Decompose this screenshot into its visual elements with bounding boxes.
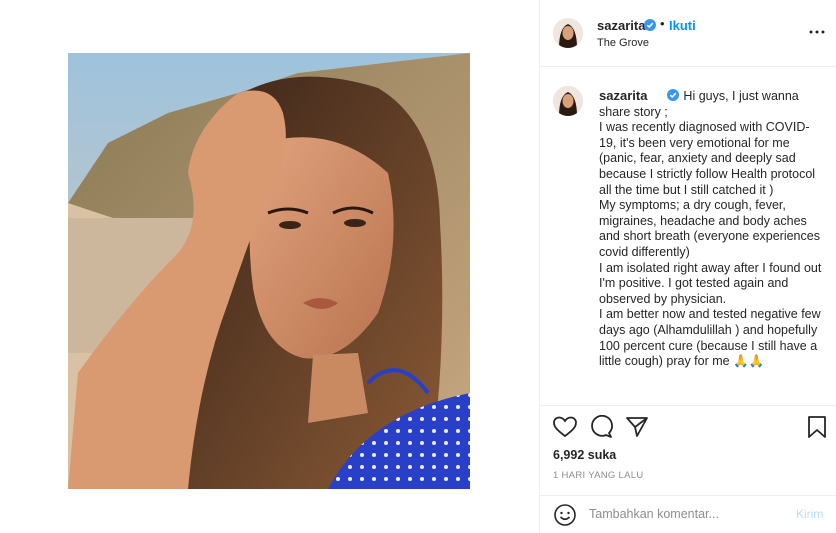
heart-icon[interactable] (552, 415, 578, 439)
post-details-pane: sazarita • Ikuti The Grove sazarita Hi gu… (539, 0, 836, 533)
likes-count[interactable]: 6,992 suka (553, 448, 616, 462)
follow-button[interactable]: Ikuti (669, 18, 696, 33)
caption-area: sazarita Hi guys, I just wanna share stor… (540, 68, 836, 405)
verified-badge-icon (667, 89, 680, 101)
post-location[interactable]: The Grove (597, 37, 649, 49)
post-photo[interactable] (68, 53, 470, 489)
emoji-icon[interactable] (553, 503, 577, 527)
post-caption: sazarita Hi guys, I just wanna share stor… (599, 88, 824, 370)
header-separator-dot: • (660, 16, 665, 31)
profile-avatar[interactable] (553, 18, 583, 48)
more-options-icon[interactable] (808, 24, 826, 40)
post-photo-illustration (68, 53, 470, 489)
caption-username[interactable]: sazarita (599, 88, 647, 103)
post-comment-button[interactable]: Kirim (796, 507, 823, 521)
bookmark-icon[interactable] (804, 415, 830, 439)
caption-avatar[interactable] (553, 86, 583, 116)
share-icon[interactable] (624, 415, 650, 439)
post-timestamp[interactable]: 1 HARI YANG LALU (553, 470, 644, 481)
comment-input[interactable] (589, 504, 789, 524)
action-bar: 6,992 suka 1 HARI YANG LALU Kirim (540, 405, 836, 530)
post-header: sazarita • Ikuti The Grove (540, 0, 836, 67)
post-author-username[interactable]: sazarita (597, 18, 645, 33)
comment-row: Kirim (540, 495, 836, 531)
comment-icon[interactable] (588, 415, 614, 439)
caption-text: Hi guys, I just wanna share story ; I wa… (599, 89, 822, 369)
verified-badge-icon (644, 19, 656, 31)
media-pane (0, 0, 539, 533)
